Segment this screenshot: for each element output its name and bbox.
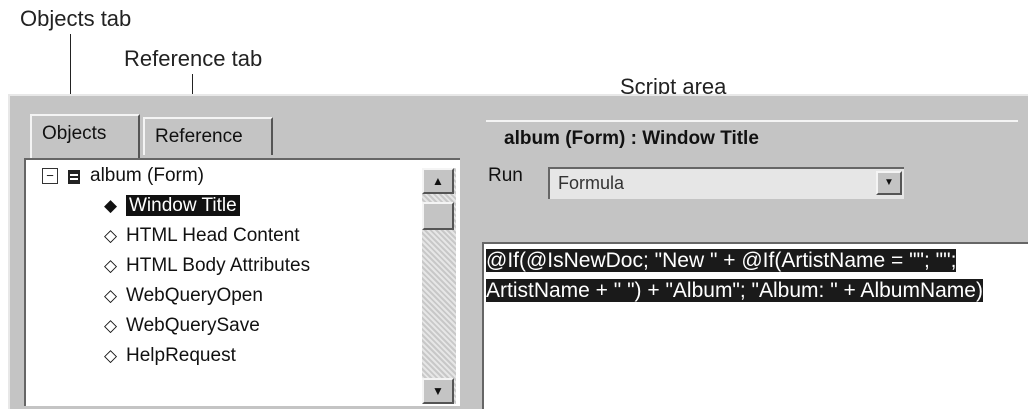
tree-scrollbar[interactable]: ▲ ▼ — [422, 168, 456, 404]
tree-item-label: HelpRequest — [126, 345, 236, 366]
tab-reference[interactable]: Reference — [143, 117, 273, 155]
tree-item-label: HTML Body Attributes — [126, 255, 311, 276]
form-icon — [68, 170, 80, 184]
objects-tab-callout: Objects tab — [20, 6, 132, 31]
tree-item-label: Window Title — [126, 195, 240, 216]
script-area[interactable]: @If(@IsNewDoc; "New " + @If(ArtistName =… — [482, 242, 1028, 409]
script-text-highlight: @If(@IsNewDoc; "New " + @If(ArtistName =… — [486, 249, 983, 302]
tree-root-label: album (Form) — [90, 165, 205, 186]
tree-item-label: HTML Head Content — [126, 225, 300, 246]
scroll-thumb[interactable] — [422, 202, 454, 230]
run-label: Run — [488, 165, 523, 186]
tree-item-html-head-content[interactable]: ◇ HTML Head Content — [104, 222, 300, 250]
tree-item-window-title[interactable]: ◆ Window Title — [104, 192, 240, 220]
tree-item-webquerysave[interactable]: ◇ WebQuerySave — [104, 312, 260, 340]
diamond-outline-icon: ◇ — [104, 316, 118, 335]
tab-objects[interactable]: Objects — [30, 114, 140, 158]
collapse-icon[interactable]: − — [42, 168, 58, 184]
editor-title: album (Form) : Window Title — [486, 120, 1018, 154]
scroll-down-icon[interactable]: ▼ — [422, 378, 454, 404]
object-tree: − album (Form) ◆ Window Title ◇ HTML Head … — [24, 158, 460, 406]
tab-objects-label: Objects — [42, 123, 107, 144]
diamond-outline-icon: ◇ — [104, 256, 118, 275]
run-select-value: Formula — [558, 173, 625, 193]
scroll-up-icon[interactable]: ▲ — [422, 168, 454, 194]
tree-item-webqueryopen[interactable]: ◇ WebQueryOpen — [104, 282, 263, 310]
diamond-filled-icon: ◆ — [104, 196, 118, 215]
diamond-outline-icon: ◇ — [104, 346, 118, 365]
chevron-down-icon[interactable]: ▼ — [876, 171, 902, 195]
tree-item-html-body-attributes[interactable]: ◇ HTML Body Attributes — [104, 252, 310, 280]
run-select[interactable]: Formula ▼ — [548, 167, 904, 199]
diamond-outline-icon: ◇ — [104, 286, 118, 305]
tree-item-label: WebQueryOpen — [126, 285, 263, 306]
diamond-outline-icon: ◇ — [104, 226, 118, 245]
tree-root[interactable]: album (Form) — [90, 162, 204, 190]
script-text: @If(@IsNewDoc; "New " + @If(ArtistName =… — [486, 246, 1026, 306]
tab-reference-label: Reference — [155, 126, 243, 147]
reference-tab-callout: Reference tab — [124, 46, 263, 71]
tree-item-helprequest[interactable]: ◇ HelpRequest — [104, 342, 236, 370]
tree-item-label: WebQuerySave — [126, 315, 260, 336]
